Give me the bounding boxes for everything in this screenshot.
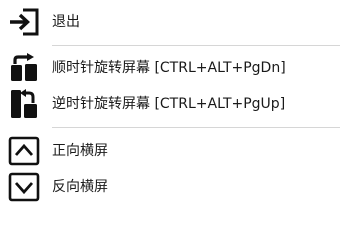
menu-item-landscape-reverse[interactable]: 反向横屏 <box>0 169 344 205</box>
menu-item-exit[interactable]: 退出 <box>0 4 344 40</box>
separator <box>52 127 340 128</box>
menu-item-label: 顺时针旋转屏幕 [CTRL+ALT+PgDn] <box>52 60 286 76</box>
menu-item-label: 反向横屏 <box>52 179 108 195</box>
menu-item-label: 逆时针旋转屏幕 [CTRL+ALT+PgUp] <box>52 96 286 112</box>
context-menu: 退出 顺时针旋转屏幕 [CTRL+ALT+PgDn] 逆时针旋转屏幕 [CTRL… <box>0 0 344 203</box>
rotate-counterclockwise-icon <box>5 87 43 121</box>
rotate-clockwise-icon <box>5 51 43 85</box>
menu-item-label: 退出 <box>52 14 80 30</box>
exit-icon <box>5 5 43 39</box>
menu-item-landscape-forward[interactable]: 正向横屏 <box>0 133 344 169</box>
menu-item-rotate-clockwise[interactable]: 顺时针旋转屏幕 [CTRL+ALT+PgDn] <box>0 50 344 86</box>
chevron-up-icon <box>5 134 43 168</box>
chevron-down-icon <box>5 170 43 204</box>
menu-item-label: 正向横屏 <box>52 143 108 159</box>
menu-item-rotate-counterclockwise[interactable]: 逆时针旋转屏幕 [CTRL+ALT+PgUp] <box>0 86 344 122</box>
separator <box>52 45 340 46</box>
